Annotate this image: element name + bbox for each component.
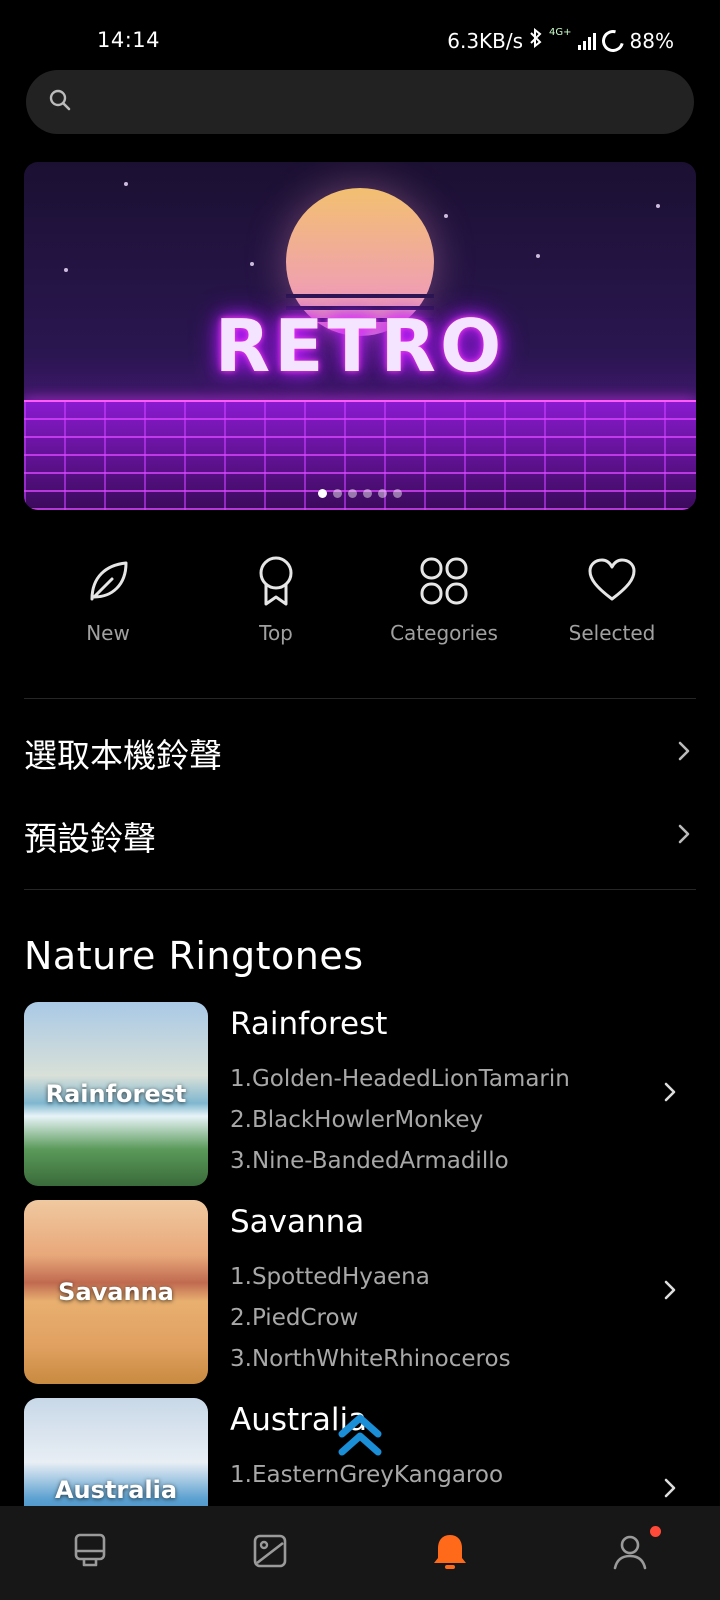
wallpaper-icon: [250, 1531, 290, 1575]
tab-ringtones[interactable]: [360, 1506, 540, 1600]
leaf-icon: [82, 555, 134, 611]
carousel-dot[interactable]: [363, 489, 372, 498]
search-input[interactable]: [84, 90, 694, 114]
quick-nav: New Top Categories Selected: [24, 555, 696, 655]
card-title: Rainforest: [230, 1006, 388, 1042]
divider: [24, 889, 696, 890]
banner-title: RETRO: [214, 304, 506, 388]
thumb-label: Australia: [54, 1476, 178, 1504]
double-chevron-up-icon: [338, 1414, 382, 1456]
row-label: 預設鈴聲: [24, 819, 156, 858]
nav-selected-label: Selected: [568, 621, 656, 645]
search-icon: [48, 88, 72, 116]
tab-wallpaper[interactable]: [180, 1506, 360, 1600]
carousel-dot[interactable]: [318, 489, 327, 498]
card-title: Savanna: [230, 1204, 365, 1240]
signal-icon: [577, 32, 596, 50]
heart-icon: [586, 555, 638, 611]
track-item: 3.Nine-BandedArmadillo: [230, 1148, 509, 1174]
nav-new[interactable]: New: [24, 555, 192, 655]
award-icon: [250, 555, 302, 611]
row-label: 選取本機鈴聲: [24, 736, 222, 775]
nav-top[interactable]: Top: [192, 555, 360, 655]
tab-kiosk[interactable]: [0, 1506, 180, 1600]
nav-selected[interactable]: Selected: [528, 555, 696, 655]
nav-categories[interactable]: Categories: [360, 555, 528, 655]
carousel-dot[interactable]: [378, 489, 387, 498]
row-default-ringtone[interactable]: 預設鈴聲: [24, 806, 696, 866]
notification-badge: [650, 1526, 661, 1537]
card-savanna[interactable]: Savanna Savanna 1.SpottedHyaena 2.PiedCr…: [24, 1200, 696, 1384]
track-item: 2.PiedCrow: [230, 1305, 359, 1331]
bell-icon: [430, 1531, 470, 1575]
section-title: Nature Ringtones: [24, 934, 364, 978]
nav-top-label: Top: [259, 621, 293, 645]
network-type: 4G+: [549, 27, 572, 38]
carousel-dot[interactable]: [348, 489, 357, 498]
categories-icon: [418, 555, 470, 611]
card-rainforest[interactable]: Rainforest Rainforest 1.Golden-HeadedLio…: [24, 1002, 696, 1186]
carousel-dot[interactable]: [333, 489, 342, 498]
thumb-label: Savanna: [58, 1278, 174, 1306]
status-time: 14:14: [97, 28, 161, 52]
bluetooth-icon: [529, 27, 543, 53]
battery-level: 88%: [629, 28, 674, 53]
battery-icon: [597, 25, 628, 56]
retro-banner[interactable]: RETRO: [24, 162, 696, 510]
tab-profile[interactable]: [540, 1506, 720, 1600]
track-item: 1.Golden-HeadedLionTamarin: [230, 1066, 570, 1092]
divider: [24, 698, 696, 699]
kiosk-icon: [70, 1531, 110, 1575]
rainforest-thumbnail: Rainforest: [24, 1002, 208, 1186]
search-bar[interactable]: [26, 70, 694, 134]
scroll-to-top-button[interactable]: [334, 1410, 386, 1462]
track-item: 1.EasternGreyKangaroo: [230, 1462, 504, 1488]
chevron-right-icon: [672, 739, 696, 767]
track-item: 3.NorthWhiteRhinoceros: [230, 1346, 511, 1372]
status-bar: 14:14 6.3KB/s 4G+ 88%: [0, 0, 720, 80]
row-pick-local-ringtone[interactable]: 選取本機鈴聲: [24, 723, 696, 783]
track-item: 1.SpottedHyaena: [230, 1264, 430, 1290]
savanna-thumbnail: Savanna: [24, 1200, 208, 1384]
status-icons: 6.3KB/s 4G+ 88%: [447, 25, 674, 56]
nav-categories-label: Categories: [390, 621, 498, 645]
carousel-indicator: [24, 489, 696, 498]
chevron-right-icon: [672, 822, 696, 850]
track-item: 2.BlackHowlerMonkey: [230, 1107, 484, 1133]
thumb-label: Rainforest: [45, 1080, 187, 1108]
net-speed: 6.3KB/s: [447, 28, 524, 53]
nav-new-label: New: [86, 621, 130, 645]
profile-icon: [610, 1531, 650, 1575]
carousel-dot[interactable]: [393, 489, 402, 498]
bottom-nav: [0, 1506, 720, 1600]
